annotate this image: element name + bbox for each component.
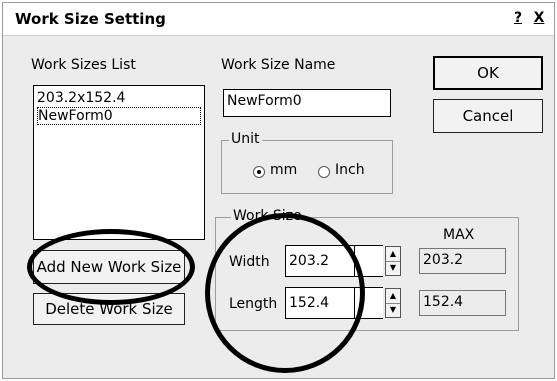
unit-inch-label[interactable]: Inch [335, 162, 365, 178]
highlight-circle-work-size [205, 213, 365, 373]
cancel-button[interactable]: Cancel [433, 99, 543, 133]
list-item-selected[interactable]: NewForm0 [37, 107, 201, 125]
max-label: MAX [443, 227, 475, 243]
unit-group [221, 140, 393, 194]
unit-mm-radio[interactable] [253, 166, 265, 178]
work-size-setting-dialog: Work Size Setting ? X Work Sizes List 20… [2, 2, 555, 379]
help-button[interactable]: ? [509, 9, 527, 27]
spin-up-icon[interactable]: ▲ [386, 289, 400, 304]
width-max-value: 203.2 [419, 248, 506, 274]
length-spinner[interactable]: ▲ ▼ [385, 288, 401, 318]
list-item[interactable]: 203.2x152.4 [37, 89, 125, 107]
radio-selected-dot [257, 170, 261, 174]
ok-button[interactable]: OK [433, 56, 543, 90]
work-sizes-list-label: Work Sizes List [31, 57, 136, 73]
length-max-value: 152.4 [419, 290, 506, 316]
unit-group-label: Unit [229, 131, 262, 147]
work-size-name-label: Work Size Name [221, 57, 336, 73]
work-size-name-input[interactable]: NewForm0 [223, 89, 391, 117]
work-sizes-listbox[interactable]: 203.2x152.4 NewForm0 [33, 85, 205, 240]
width-spinner[interactable]: ▲ ▼ [385, 246, 401, 276]
dialog-title: Work Size Setting [15, 10, 166, 28]
spin-down-icon[interactable]: ▼ [386, 261, 400, 275]
close-button[interactable]: X [530, 9, 548, 27]
spin-up-icon[interactable]: ▲ [386, 247, 400, 262]
spin-down-icon[interactable]: ▼ [386, 303, 400, 317]
unit-mm-label[interactable]: mm [270, 162, 297, 178]
unit-inch-radio[interactable] [318, 166, 330, 178]
title-bar: Work Size Setting ? X [3, 3, 554, 36]
highlight-ellipse-add-button [27, 229, 195, 305]
